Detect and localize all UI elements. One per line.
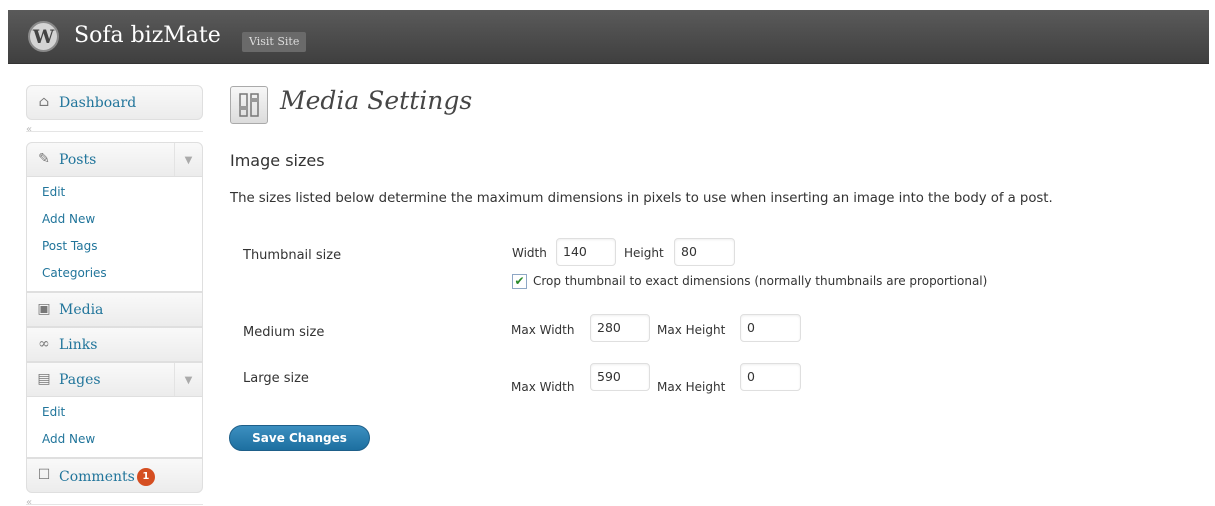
large-max-height-input[interactable]: 0 (740, 363, 801, 391)
large-size-label: Large size (243, 371, 309, 386)
thumbnail-height-label: Height (624, 246, 664, 260)
medium-max-width-label: Max Width (511, 323, 575, 337)
comment-icon: ☐ (37, 467, 51, 483)
sidebar-item-label: Media (59, 302, 104, 318)
comment-count-badge: 1 (136, 468, 155, 486)
submenu-item-add-new[interactable]: Add New (27, 206, 202, 233)
thumbnail-width-label: Width (512, 246, 547, 260)
thumbnail-height-input[interactable]: 80 (674, 238, 735, 266)
medium-max-width-input[interactable]: 280 (590, 314, 650, 342)
section-title: Image sizes (230, 151, 325, 170)
chevron-down-icon[interactable]: ▼ (174, 143, 202, 176)
sidebar-item-label: Dashboard (59, 95, 137, 111)
posts-submenu: Edit Add New Post Tags Categories (26, 177, 203, 292)
visit-site-button[interactable]: Visit Site (242, 32, 307, 52)
menu-separator[interactable]: « (26, 120, 203, 142)
sidebar-item-posts[interactable]: ✎ Posts ▼ (26, 142, 203, 177)
sidebar-item-label: Pages (59, 372, 101, 388)
wordpress-logo-icon: W (28, 21, 59, 52)
media-icon: ▣ (37, 301, 51, 317)
admin-header: W Sofa bizMate Visit Site (8, 10, 1209, 64)
pages-submenu: Edit Add New (26, 397, 203, 458)
medium-max-height-input[interactable]: 0 (740, 314, 801, 342)
pages-icon: ▤ (37, 371, 51, 387)
menu-separator[interactable]: « (26, 493, 203, 506)
admin-sidebar: ⌂ Dashboard « ✎ Posts ▼ Edit Add New Pos… (26, 85, 203, 506)
sidebar-item-media[interactable]: ▣ Media (26, 292, 203, 327)
medium-max-height-label: Max Height (657, 323, 726, 337)
pin-icon: ✎ (38, 151, 50, 167)
link-icon: ∞ (38, 336, 50, 352)
section-description: The sizes listed below determine the max… (230, 191, 1053, 206)
large-max-width-label: Max Width (511, 380, 575, 394)
thumbnail-size-label: Thumbnail size (243, 248, 342, 263)
medium-size-label: Medium size (243, 325, 325, 340)
home-icon: ⌂ (38, 94, 50, 110)
sidebar-item-label: Links (59, 337, 98, 353)
crop-thumbnail-label[interactable]: Crop thumbnail to exact dimensions (norm… (533, 274, 987, 288)
sidebar-item-dashboard[interactable]: ⌂ Dashboard (26, 85, 203, 120)
large-max-height-label: Max Height (657, 380, 726, 394)
sidebar-item-links[interactable]: ∞ Links (26, 327, 203, 362)
chevron-down-icon[interactable]: ▼ (174, 363, 202, 396)
collapse-arrow-icon[interactable]: « (26, 124, 32, 135)
large-max-width-input[interactable]: 590 (590, 363, 650, 391)
page-title: Media Settings (280, 86, 473, 115)
sidebar-item-label: Comments (59, 469, 135, 485)
save-changes-button[interactable]: Save Changes (229, 425, 370, 451)
thumbnail-width-input[interactable]: 140 (556, 238, 616, 266)
sidebar-item-comments[interactable]: ☐ Comments 1 (26, 458, 203, 493)
submenu-item-edit[interactable]: Edit (27, 399, 202, 426)
submenu-item-post-tags[interactable]: Post Tags (27, 233, 202, 260)
sidebar-item-pages[interactable]: ▤ Pages ▼ (26, 362, 203, 397)
sidebar-item-label: Posts (59, 152, 97, 168)
settings-icon (230, 86, 268, 124)
site-title[interactable]: Sofa bizMate (74, 23, 221, 48)
submenu-item-add-new[interactable]: Add New (27, 426, 202, 453)
submenu-item-edit[interactable]: Edit (27, 179, 202, 206)
crop-thumbnail-checkbox[interactable]: ✔ (512, 274, 527, 289)
submenu-item-categories[interactable]: Categories (27, 260, 202, 287)
